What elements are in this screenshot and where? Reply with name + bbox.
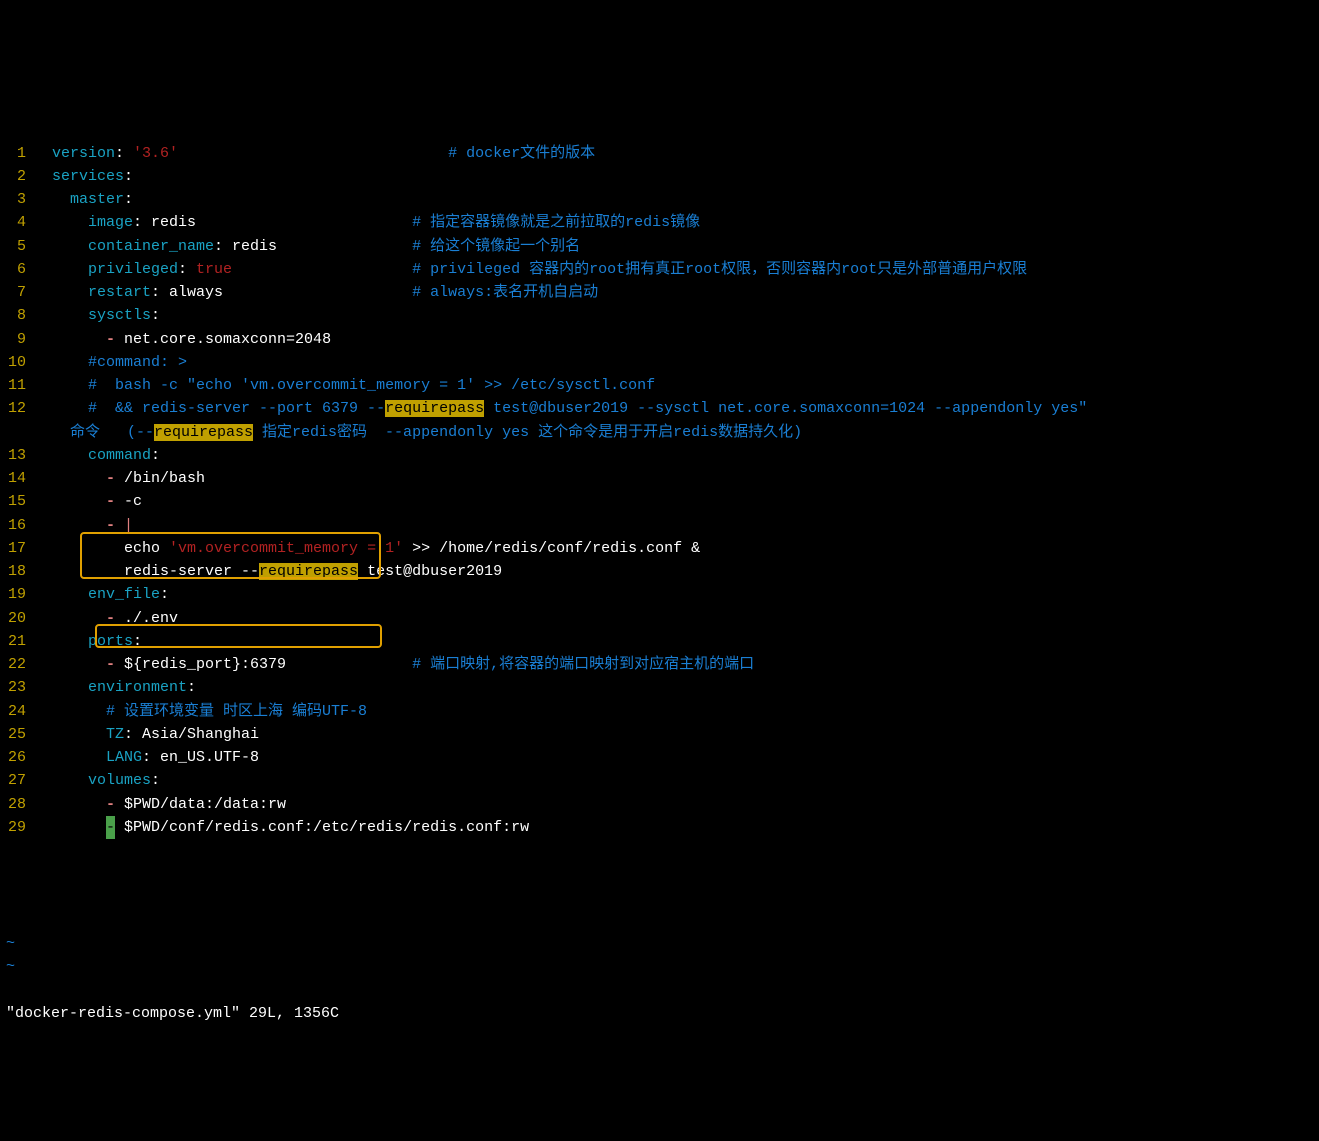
search-highlight: requirepass: [385, 400, 484, 417]
search-highlight: requirepass: [259, 563, 358, 580]
code-content[interactable]: services:: [34, 165, 1319, 188]
code-line[interactable]: 26 LANG: en_US.UTF-8: [0, 746, 1319, 769]
code-line[interactable]: 22 - ${redis_port}:6379 # 端口映射,将容器的端口映射到…: [0, 653, 1319, 676]
line-number: 16: [0, 514, 34, 537]
search-highlight: requirepass: [154, 424, 253, 441]
line-number: 9: [0, 328, 34, 351]
line-number: 1: [0, 142, 34, 165]
line-number: 3: [0, 188, 34, 211]
code-line[interactable]: 1 version: '3.6' # docker文件的版本: [0, 142, 1319, 165]
code-line[interactable]: 2 services:: [0, 165, 1319, 188]
code-line[interactable]: 11 # bash -c "echo 'vm.overcommit_memory…: [0, 374, 1319, 397]
code-content[interactable]: # bash -c "echo 'vm.overcommit_memory = …: [34, 374, 1319, 397]
code-line[interactable]: 21 ports:: [0, 630, 1319, 653]
code-content[interactable]: - /bin/bash: [34, 467, 1319, 490]
code-line[interactable]: 7 restart: always # always:表名开机自启动: [0, 281, 1319, 304]
code-line[interactable]: 20 - ./.env: [0, 607, 1319, 630]
code-content[interactable]: - -c: [34, 490, 1319, 513]
code-content[interactable]: env_file:: [34, 583, 1319, 606]
code-line[interactable]: 24 # 设置环境变量 时区上海 编码UTF-8: [0, 700, 1319, 723]
empty-line-tilde: ~: [0, 955, 1319, 978]
code-line[interactable]: 3 master:: [0, 188, 1319, 211]
code-content[interactable]: - $PWD/conf/redis.conf:/etc/redis/redis.…: [34, 816, 1319, 839]
line-number: 25: [0, 723, 34, 746]
code-content[interactable]: echo 'vm.overcommit_memory = 1' >> /home…: [34, 537, 1319, 560]
code-line[interactable]: 9 - net.core.somaxconn=2048: [0, 328, 1319, 351]
code-line[interactable]: 6 privileged: true # privileged 容器内的root…: [0, 258, 1319, 281]
code-line[interactable]: 15 - -c: [0, 490, 1319, 513]
code-line[interactable]: 12 # && redis-server --port 6379 --requi…: [0, 397, 1319, 420]
line-number: 26: [0, 746, 34, 769]
code-content[interactable]: - net.core.somaxconn=2048: [34, 328, 1319, 351]
code-line[interactable]: 4 image: redis # 指定容器镜像就是之前拉取的redis镜像: [0, 211, 1319, 234]
line-number: 17: [0, 537, 34, 560]
code-content[interactable]: command:: [34, 444, 1319, 467]
code-content[interactable]: redis-server --requirepass test@dbuser20…: [34, 560, 1319, 583]
code-content[interactable]: - ${redis_port}:6379 # 端口映射,将容器的端口映射到对应宿…: [34, 653, 1319, 676]
line-number: 24: [0, 700, 34, 723]
line-number: 12: [0, 397, 34, 420]
empty-line-tilde: ~: [0, 932, 1319, 955]
code-content[interactable]: version: '3.6' # docker文件的版本: [34, 142, 1319, 165]
line-number: 29: [0, 816, 34, 839]
code-content[interactable]: restart: always # always:表名开机自启动: [34, 281, 1319, 304]
code-content[interactable]: environment:: [34, 676, 1319, 699]
line-number: 7: [0, 281, 34, 304]
line-number: 14: [0, 467, 34, 490]
code-content[interactable]: - |: [34, 514, 1319, 537]
code-line[interactable]: 23 environment:: [0, 676, 1319, 699]
line-number: 21: [0, 630, 34, 653]
code-line[interactable]: 28 - $PWD/data:/data:rw: [0, 793, 1319, 816]
line-number: 2: [0, 165, 34, 188]
line-number: 19: [0, 583, 34, 606]
line-number: 22: [0, 653, 34, 676]
code-content[interactable]: volumes:: [34, 769, 1319, 792]
code-content[interactable]: #command: >: [34, 351, 1319, 374]
code-content[interactable]: - $PWD/data:/data:rw: [34, 793, 1319, 816]
line-number: 15: [0, 490, 34, 513]
code-line[interactable]: 8 sysctls:: [0, 304, 1319, 327]
code-content[interactable]: TZ: Asia/Shanghai: [34, 723, 1319, 746]
line-number: 28: [0, 793, 34, 816]
code-editor[interactable]: 1 version: '3.6' # docker文件的版本2 services…: [0, 95, 1319, 909]
line-number: 11: [0, 374, 34, 397]
line-number: 8: [0, 304, 34, 327]
code-content[interactable]: # && redis-server --port 6379 --requirep…: [34, 397, 1319, 420]
code-line[interactable]: 16 - |: [0, 514, 1319, 537]
code-content[interactable]: - ./.env: [34, 607, 1319, 630]
code-content[interactable]: master:: [34, 188, 1319, 211]
code-line[interactable]: 10 #command: >: [0, 351, 1319, 374]
code-content[interactable]: 命令 (--requirepass 指定redis密码 --appendonly…: [34, 421, 1319, 444]
code-line[interactable]: 25 TZ: Asia/Shanghai: [0, 723, 1319, 746]
line-number: 27: [0, 769, 34, 792]
cursor: -: [106, 816, 115, 839]
code-line[interactable]: 17 echo 'vm.overcommit_memory = 1' >> /h…: [0, 537, 1319, 560]
code-content[interactable]: privileged: true # privileged 容器内的root拥有…: [34, 258, 1319, 281]
code-line[interactable]: 14 - /bin/bash: [0, 467, 1319, 490]
code-line[interactable]: 13 command:: [0, 444, 1319, 467]
line-number: 10: [0, 351, 34, 374]
line-number: 20: [0, 607, 34, 630]
code-content[interactable]: ports:: [34, 630, 1319, 653]
line-number: 6: [0, 258, 34, 281]
line-number: 5: [0, 235, 34, 258]
code-line[interactable]: 27 volumes:: [0, 769, 1319, 792]
status-line: "docker-redis-compose.yml" 29L, 1356C: [0, 1002, 1319, 1025]
code-content[interactable]: sysctls:: [34, 304, 1319, 327]
code-content[interactable]: container_name: redis # 给这个镜像起一个别名: [34, 235, 1319, 258]
code-line[interactable]: 18 redis-server --requirepass test@dbuse…: [0, 560, 1319, 583]
code-content[interactable]: # 设置环境变量 时区上海 编码UTF-8: [34, 700, 1319, 723]
line-number: 13: [0, 444, 34, 467]
line-number: 23: [0, 676, 34, 699]
code-line[interactable]: 29 - $PWD/conf/redis.conf:/etc/redis/red…: [0, 816, 1319, 839]
code-line[interactable]: 命令 (--requirepass 指定redis密码 --appendonly…: [0, 421, 1319, 444]
code-content[interactable]: LANG: en_US.UTF-8: [34, 746, 1319, 769]
code-line[interactable]: 5 container_name: redis # 给这个镜像起一个别名: [0, 235, 1319, 258]
line-number: 18: [0, 560, 34, 583]
line-number: 4: [0, 211, 34, 234]
code-line[interactable]: 19 env_file:: [0, 583, 1319, 606]
code-content[interactable]: image: redis # 指定容器镜像就是之前拉取的redis镜像: [34, 211, 1319, 234]
